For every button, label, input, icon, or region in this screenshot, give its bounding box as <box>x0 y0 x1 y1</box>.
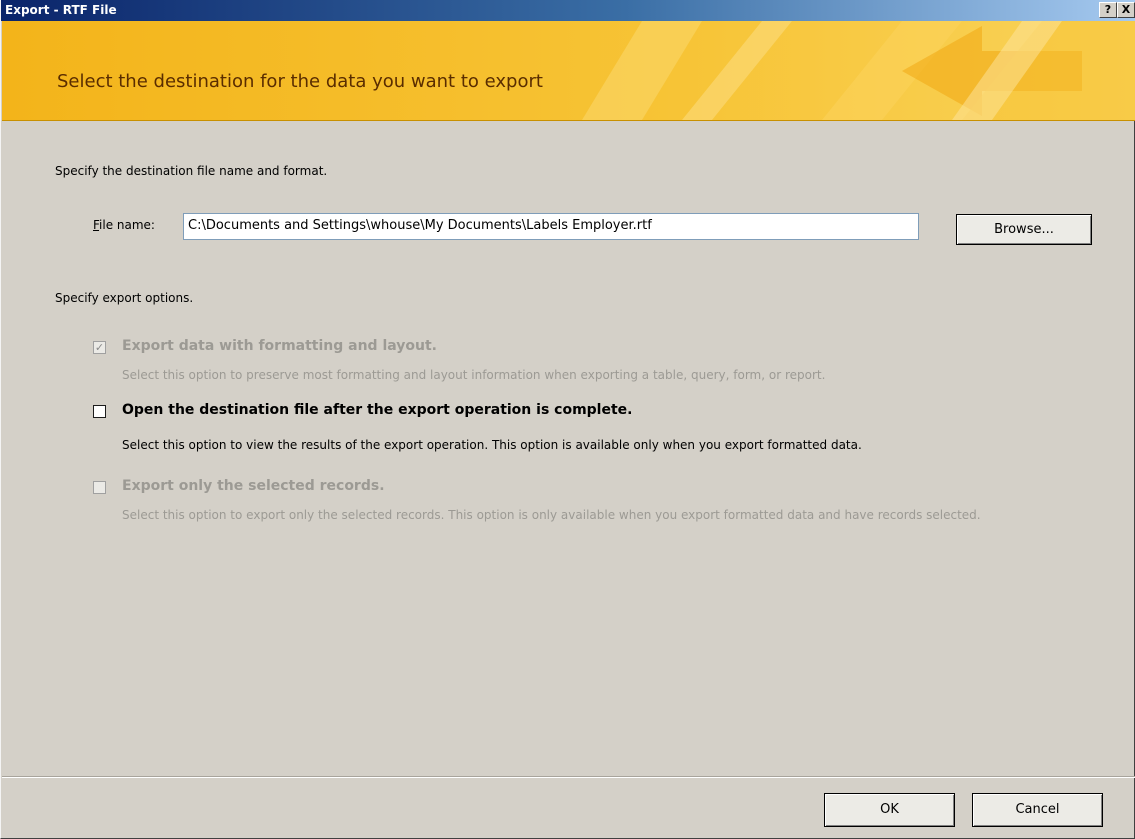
footer-separator <box>2 776 1135 778</box>
cancel-button[interactable]: Cancel <box>972 793 1103 827</box>
export-selected-checkbox[interactable] <box>93 481 106 494</box>
banner-title: Select the destination for the data you … <box>57 71 543 92</box>
close-button[interactable]: X <box>1117 2 1135 18</box>
export-formatting-title: Export data with formatting and layout. <box>122 338 437 354</box>
export-selected-title: Export only the selected records. <box>122 478 385 494</box>
title-bar[interactable]: Export - RTF File ? X <box>1 0 1135 21</box>
file-name-label-text: ile name: <box>99 218 155 232</box>
file-name-input[interactable]: C:\Documents and Settings\whouse\My Docu… <box>183 213 919 240</box>
destination-heading: Specify the destination file name and fo… <box>55 164 328 178</box>
open-destination-title: Open the destination file after the expo… <box>122 402 633 418</box>
options-heading: Specify export options. <box>55 291 194 305</box>
help-button[interactable]: ? <box>1099 2 1117 18</box>
browse-button[interactable]: Browse... <box>956 214 1092 245</box>
ok-button[interactable]: OK <box>824 793 955 827</box>
export-rtf-dialog: Export - RTF File ? X Select the destina… <box>0 0 1135 839</box>
export-formatting-checkbox[interactable]: ✓ <box>93 341 106 354</box>
export-formatting-description: Select this option to preserve most form… <box>122 368 826 382</box>
header-banner: Select the destination for the data you … <box>2 21 1135 121</box>
file-name-label: File name: <box>93 218 155 232</box>
open-destination-checkbox[interactable] <box>93 405 106 418</box>
open-destination-description: Select this option to view the results o… <box>122 438 862 452</box>
window-title: Export - RTF File <box>5 3 117 17</box>
export-selected-description: Select this option to export only the se… <box>122 508 981 522</box>
